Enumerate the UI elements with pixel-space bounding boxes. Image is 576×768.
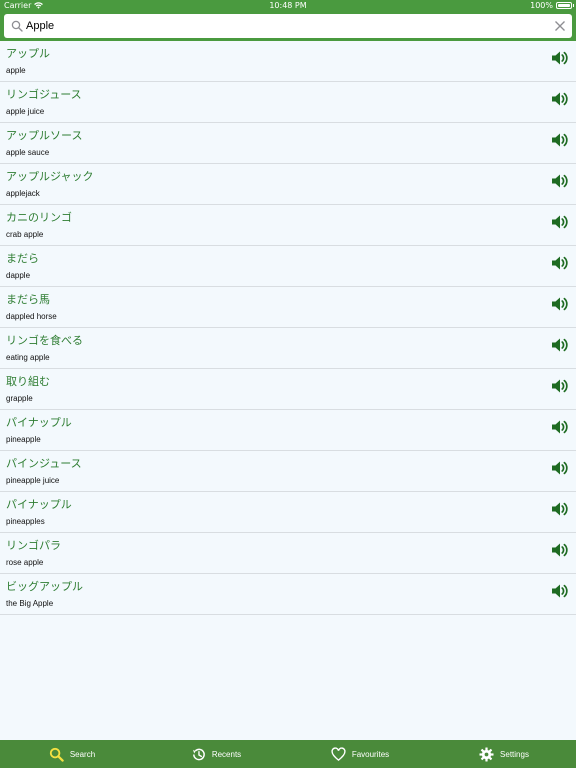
result-japanese: まだら馬 (6, 293, 50, 306)
result-japanese: カニのリンゴ (6, 211, 72, 224)
result-row[interactable]: パイナップル pineapples (0, 492, 576, 533)
status-bar: Carrier 10:48 PM 100% (0, 0, 576, 11)
speaker-icon[interactable] (550, 542, 568, 558)
tab-settings-label: Settings (500, 749, 529, 759)
result-row[interactable]: アップル apple (0, 41, 576, 82)
status-time: 10:48 PM (269, 1, 307, 10)
heart-icon (331, 746, 346, 761)
tab-favourites-label: Favourites (351, 749, 390, 759)
result-english: pineapples (6, 517, 45, 526)
speaker-icon[interactable] (550, 460, 568, 476)
result-english: apple juice (6, 107, 45, 116)
tab-bar: Search Recents Favourites Settings (0, 740, 576, 768)
history-icon (192, 748, 205, 760)
result-english: apple (6, 66, 26, 75)
speaker-icon[interactable] (550, 583, 568, 599)
result-japanese: パイナップル (6, 416, 72, 429)
speaker-icon[interactable] (550, 255, 568, 271)
speaker-icon[interactable] (550, 501, 568, 517)
result-row[interactable]: まだら馬 dappled horse (0, 287, 576, 328)
result-english: rose apple (6, 558, 44, 567)
result-row[interactable]: ビッグアップル the Big Apple (0, 574, 576, 615)
result-english: the Big Apple (6, 599, 54, 608)
speaker-icon[interactable] (550, 50, 568, 66)
result-english: pineapple juice (6, 476, 60, 485)
tab-favourites[interactable]: Favourites (288, 740, 432, 768)
result-row[interactable]: アップルソース apple sauce (0, 123, 576, 164)
result-row[interactable]: リンゴパラ rose apple (0, 533, 576, 574)
search-icon (11, 20, 23, 32)
result-row[interactable]: 取り組む grapple (0, 369, 576, 410)
speaker-icon[interactable] (550, 378, 568, 394)
tab-recents[interactable]: Recents (144, 740, 288, 768)
tab-search-label: Search (69, 749, 96, 759)
status-right: 100% (530, 0, 574, 11)
result-japanese: リンゴジュース (6, 88, 82, 101)
search-icon (49, 747, 64, 762)
result-english: dappled horse (6, 312, 57, 321)
tab-search[interactable]: Search (0, 740, 144, 768)
result-row[interactable]: リンゴを食べる eating apple (0, 328, 576, 369)
result-english: apple sauce (6, 148, 50, 157)
tab-recents-label: Recents (211, 749, 242, 759)
result-row[interactable]: まだら dapple (0, 246, 576, 287)
gear-icon (479, 746, 494, 762)
result-row[interactable]: カニのリンゴ crab apple (0, 205, 576, 246)
battery-percent: 100% (530, 1, 553, 10)
result-japanese: アップルソース (6, 129, 83, 142)
speaker-icon[interactable] (550, 296, 568, 312)
result-japanese: ビッグアップル (6, 580, 83, 593)
search-input[interactable] (26, 17, 546, 35)
result-japanese: まだら (6, 252, 39, 265)
result-row[interactable]: アップルジャック applejack (0, 164, 576, 205)
result-japanese: アップル (6, 47, 50, 60)
result-japanese: リンゴパラ (6, 539, 61, 552)
result-english: crab apple (6, 230, 44, 239)
result-row[interactable]: パインジュース pineapple juice (0, 451, 576, 492)
speaker-icon[interactable] (550, 214, 568, 230)
result-japanese: アップルジャック (6, 170, 94, 183)
speaker-icon[interactable] (550, 419, 568, 435)
result-english: applejack (6, 189, 40, 198)
tab-settings[interactable]: Settings (432, 740, 576, 768)
result-japanese: 取り組む (6, 375, 50, 388)
result-english: grapple (6, 394, 33, 403)
speaker-icon[interactable] (550, 132, 568, 148)
results-list: アップル apple リンゴジュース apple juice アップルソース apple … (0, 41, 576, 740)
speaker-icon[interactable] (550, 337, 568, 353)
result-japanese: パイナップル (6, 498, 72, 511)
battery-fill (558, 4, 570, 7)
result-english: pineapple (6, 435, 41, 444)
result-row[interactable]: リンゴジュース apple juice (0, 82, 576, 123)
search-box[interactable] (4, 14, 572, 38)
result-japanese: パインジュース (6, 457, 82, 470)
battery-icon (556, 2, 574, 9)
result-japanese: リンゴを食べる (6, 334, 83, 347)
search-bar (0, 11, 576, 41)
speaker-icon[interactable] (550, 173, 568, 189)
result-english: dapple (6, 271, 31, 280)
result-english: eating apple (6, 353, 50, 362)
close-icon[interactable] (554, 20, 566, 32)
result-row[interactable]: パイナップル pineapple (0, 410, 576, 451)
speaker-icon[interactable] (550, 91, 568, 107)
